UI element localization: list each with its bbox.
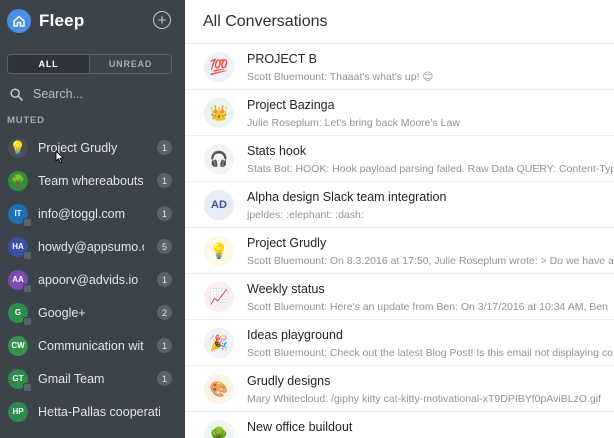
avatar: HP — [8, 401, 28, 422]
conversation-title: Weekly status — [247, 282, 325, 296]
conversation-preview: Scott Bluemount: Here's an update from B… — [247, 301, 608, 313]
tree-icon: 🌳 — [204, 420, 234, 438]
mouse-cursor-icon — [55, 150, 64, 164]
conversation-project-b[interactable]: 💯 PROJECT B Scott Bluemount: Thaaat's wh… — [185, 44, 614, 90]
conversation-title: Alpha design Slack team integration — [247, 190, 447, 204]
hundred-points-icon: 💯 — [204, 52, 234, 82]
avatar: G — [8, 302, 32, 326]
conversation-project-grudly[interactable]: 💡 Project Grudly Scott Bluemount: On 8.3… — [185, 228, 614, 274]
sidebar-item-appsumo[interactable]: HA howdy@appsumo.com 5 — [0, 230, 185, 263]
sidebar-item-google-plus[interactable]: G Google+ 2 — [0, 296, 185, 329]
conversation-preview: Scott Bluemount: On 8.3.2016 at 17:50, J… — [247, 255, 614, 267]
sidebar: Fleep + ALL UNREAD Search... MUTED 💡 Pro… — [0, 0, 185, 438]
home-icon — [13, 15, 25, 27]
filter-tab-unread[interactable]: UNREAD — [89, 55, 171, 73]
sidebar-item-advids[interactable]: AA apoorv@advids.io 1 — [0, 263, 185, 296]
conversation-preview: Scott Bluemount: Thaaat's what's up! 😊 — [247, 71, 434, 83]
app-name: Fleep — [39, 11, 85, 30]
email-icon — [23, 382, 32, 392]
sidebar-item-label: Gmail Team — [38, 371, 105, 386]
sidebar-header: Fleep + — [0, 0, 185, 42]
conversation-preview: Julie Roseplum: Let's bring back Moore's… — [247, 117, 460, 129]
email-icon — [23, 283, 32, 293]
avatar: AA — [8, 269, 32, 293]
unread-count-badge: 1 — [157, 206, 172, 221]
party-popper-icon: 🎉 — [204, 328, 234, 358]
sidebar-item-label: howdy@appsumo.com — [38, 239, 144, 254]
search-box[interactable]: Search... — [10, 84, 83, 104]
filter-tab-all[interactable]: ALL — [8, 55, 89, 73]
sidebar-item-label: Communication with team — [38, 338, 144, 353]
light-bulb-icon: 💡 — [204, 236, 234, 266]
email-icon — [23, 217, 32, 227]
artist-palette-icon: 🎨 — [204, 374, 234, 404]
crown-icon: 👑 — [204, 98, 234, 128]
page-title: All Conversations — [203, 12, 328, 30]
conversation-title: Ideas playground — [247, 328, 343, 342]
unread-count-badge: 5 — [157, 239, 172, 254]
conversation-ideas-playground[interactable]: 🎉 Ideas playground Scott Bluemount: Chec… — [185, 320, 614, 366]
conversation-preview: Stats Bot: HOOK: Hook payload parsing fa… — [247, 163, 614, 175]
new-conversation-button[interactable]: + — [153, 11, 171, 29]
conversation-new-office-buildout[interactable]: 🌳 New office buildout — [185, 412, 614, 438]
unread-count-badge: 1 — [157, 272, 172, 287]
unread-count-badge: 1 — [157, 140, 172, 155]
section-label-muted: MUTED — [7, 115, 45, 126]
main-panel: All Conversations 💯 PROJECT B Scott Blue… — [185, 0, 614, 438]
avatar: 🌳 — [8, 170, 28, 191]
sidebar-item-label: Project Grudly — [38, 140, 118, 155]
search-icon — [10, 87, 23, 101]
search-input[interactable]: Search... — [33, 87, 83, 101]
conversation-list: 💯 PROJECT B Scott Bluemount: Thaaat's wh… — [185, 44, 614, 438]
sidebar-item-label: info@toggl.com — [38, 206, 126, 221]
conversation-grudly-designs[interactable]: 🎨 Grudly designs Mary Whitecloud: /giphy… — [185, 366, 614, 412]
conversation-title: Stats hook — [247, 144, 307, 158]
conversation-preview: Mary Whitecloud: /giphy kitty cat-kitty-… — [247, 393, 602, 405]
conversation-preview: jpeldes: :elephant: :dash: — [247, 209, 364, 221]
sidebar-item-communication[interactable]: CW Communication with team 1 — [0, 329, 185, 362]
unread-count-badge: 2 — [157, 305, 172, 320]
main-header: All Conversations — [185, 0, 614, 44]
avatar: HA — [8, 236, 32, 260]
fleep-logo-icon[interactable] — [7, 9, 31, 33]
email-icon — [23, 316, 32, 326]
headphones-icon: 🎧 — [204, 144, 234, 174]
sidebar-item-label: Google+ — [38, 305, 86, 320]
sidebar-conversation-list: 💡 Project Grudly 1 🌳 Team whereabouts 1 … — [0, 131, 185, 428]
conversation-filter: ALL UNREAD — [7, 54, 172, 74]
conversation-preview: Scott Bluemount: Check out the latest Bl… — [247, 347, 613, 359]
avatar: 💡 — [8, 137, 28, 158]
sidebar-item-label: apoorv@advids.io — [38, 272, 139, 287]
email-icon — [23, 250, 32, 260]
conversation-project-bazinga[interactable]: 👑 Project Bazinga Julie Roseplum: Let's … — [185, 90, 614, 136]
sidebar-item-hetta-pallas[interactable]: HP Hetta-Pallas cooperation — [0, 395, 185, 428]
sidebar-item-label: Hetta-Pallas cooperation — [38, 404, 160, 419]
unread-count-badge: 1 — [157, 371, 172, 386]
conversation-title: PROJECT B — [247, 52, 317, 66]
sidebar-item-project-grudly[interactable]: 💡 Project Grudly 1 — [0, 131, 185, 164]
sidebar-item-gmail-team[interactable]: GT Gmail Team 1 — [0, 362, 185, 395]
avatar: CW — [8, 335, 28, 356]
unread-count-badge: 1 — [157, 173, 172, 188]
conversation-title: Project Grudly — [247, 236, 327, 250]
avatar: GT — [8, 368, 32, 392]
conversation-stats-hook[interactable]: 🎧 Stats hook Stats Bot: HOOK: Hook paylo… — [185, 136, 614, 182]
avatar: IT — [8, 203, 32, 227]
avatar-initials: AD — [204, 190, 234, 220]
plus-icon: + — [157, 11, 167, 29]
sidebar-item-toggl[interactable]: IT info@toggl.com 1 — [0, 197, 185, 230]
conversation-title: New office buildout — [247, 420, 353, 434]
conversation-weekly-status[interactable]: 📈 Weekly status Scott Bluemount: Here's … — [185, 274, 614, 320]
sidebar-item-label: Team whereabouts — [38, 173, 144, 188]
sidebar-item-team-whereabouts[interactable]: 🌳 Team whereabouts 1 — [0, 164, 185, 197]
conversation-title: Grudly designs — [247, 374, 331, 388]
chart-increasing-icon: 📈 — [204, 282, 234, 312]
conversation-title: Project Bazinga — [247, 98, 335, 112]
conversation-alpha-design[interactable]: AD Alpha design Slack team integration j… — [185, 182, 614, 228]
unread-count-badge: 1 — [157, 338, 172, 353]
